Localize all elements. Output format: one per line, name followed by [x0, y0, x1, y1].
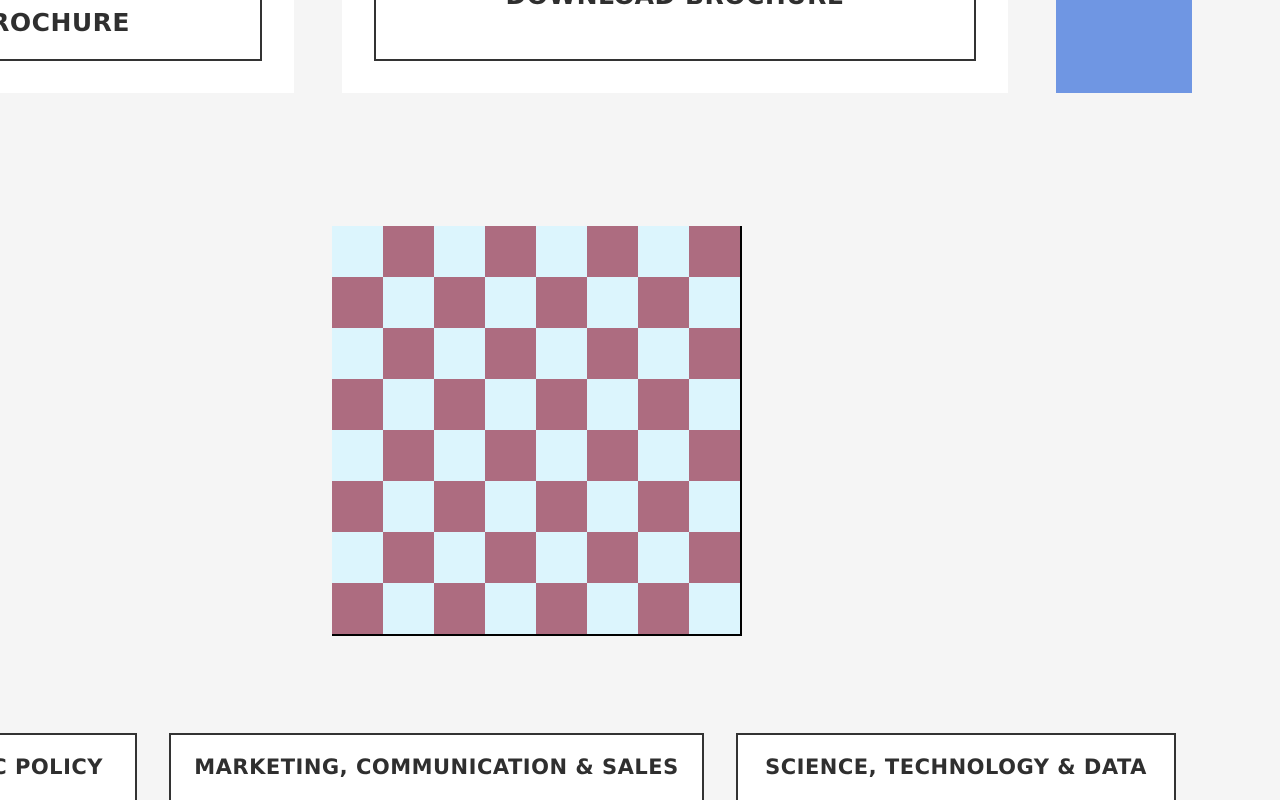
board-square: [332, 481, 383, 532]
download-brochure-button-left[interactable]: ROCHURE: [0, 0, 262, 61]
board-square: [689, 583, 740, 634]
board-square: [536, 430, 587, 481]
board-square: [638, 226, 689, 277]
board-square: [383, 583, 434, 634]
board-square: [536, 277, 587, 328]
board-square: [689, 379, 740, 430]
board-square: [689, 328, 740, 379]
board-square: [332, 328, 383, 379]
board-square: [485, 532, 536, 583]
board-square: [587, 532, 638, 583]
board-square: [485, 277, 536, 328]
board-square: [689, 532, 740, 583]
board-square: [587, 583, 638, 634]
board-square: [638, 379, 689, 430]
board-square: [587, 481, 638, 532]
board-square: [383, 481, 434, 532]
board-square: [434, 430, 485, 481]
board-square: [434, 532, 485, 583]
page: ROCHURE DOWNLOAD BROCHURE C POLICY MARKE…: [0, 0, 1280, 800]
board-square: [485, 430, 536, 481]
board-square: [383, 226, 434, 277]
board-square: [485, 583, 536, 634]
board-square: [485, 226, 536, 277]
board-square: [536, 379, 587, 430]
board-square: [485, 481, 536, 532]
board-square: [536, 328, 587, 379]
board-square: [689, 481, 740, 532]
category-button-marketing[interactable]: MARKETING, COMMUNICATION & SALES: [169, 733, 704, 800]
board-square: [332, 277, 383, 328]
board-square: [587, 379, 638, 430]
board-square: [434, 379, 485, 430]
checkerboard: [332, 226, 742, 636]
board-square: [332, 430, 383, 481]
board-square: [536, 532, 587, 583]
board-square: [689, 277, 740, 328]
category-button-science[interactable]: SCIENCE, TECHNOLOGY & DATA: [736, 733, 1176, 800]
board-square: [587, 328, 638, 379]
board-square: [536, 226, 587, 277]
board-square: [332, 583, 383, 634]
board-square: [434, 226, 485, 277]
board-square: [638, 277, 689, 328]
board-square: [383, 277, 434, 328]
board-square: [332, 379, 383, 430]
board-square: [638, 430, 689, 481]
board-square: [587, 226, 638, 277]
board-square: [638, 532, 689, 583]
board-square: [383, 328, 434, 379]
board-square: [689, 430, 740, 481]
board-square: [638, 328, 689, 379]
board-square: [434, 583, 485, 634]
category-button-policy[interactable]: C POLICY: [0, 733, 137, 800]
board-square: [536, 481, 587, 532]
board-square: [383, 379, 434, 430]
board-square: [485, 379, 536, 430]
brochure-card-right-blue: [1056, 0, 1192, 93]
board-square: [638, 583, 689, 634]
board-square: [536, 583, 587, 634]
board-square: [689, 226, 740, 277]
board-square: [332, 226, 383, 277]
download-brochure-button[interactable]: DOWNLOAD BROCHURE: [374, 0, 976, 61]
board-square: [332, 532, 383, 583]
board-square: [434, 277, 485, 328]
board-square: [485, 328, 536, 379]
board-square: [383, 532, 434, 583]
board-square: [638, 481, 689, 532]
board-square: [434, 328, 485, 379]
board-square: [434, 481, 485, 532]
board-square: [587, 430, 638, 481]
board-square: [587, 277, 638, 328]
board-square: [383, 430, 434, 481]
